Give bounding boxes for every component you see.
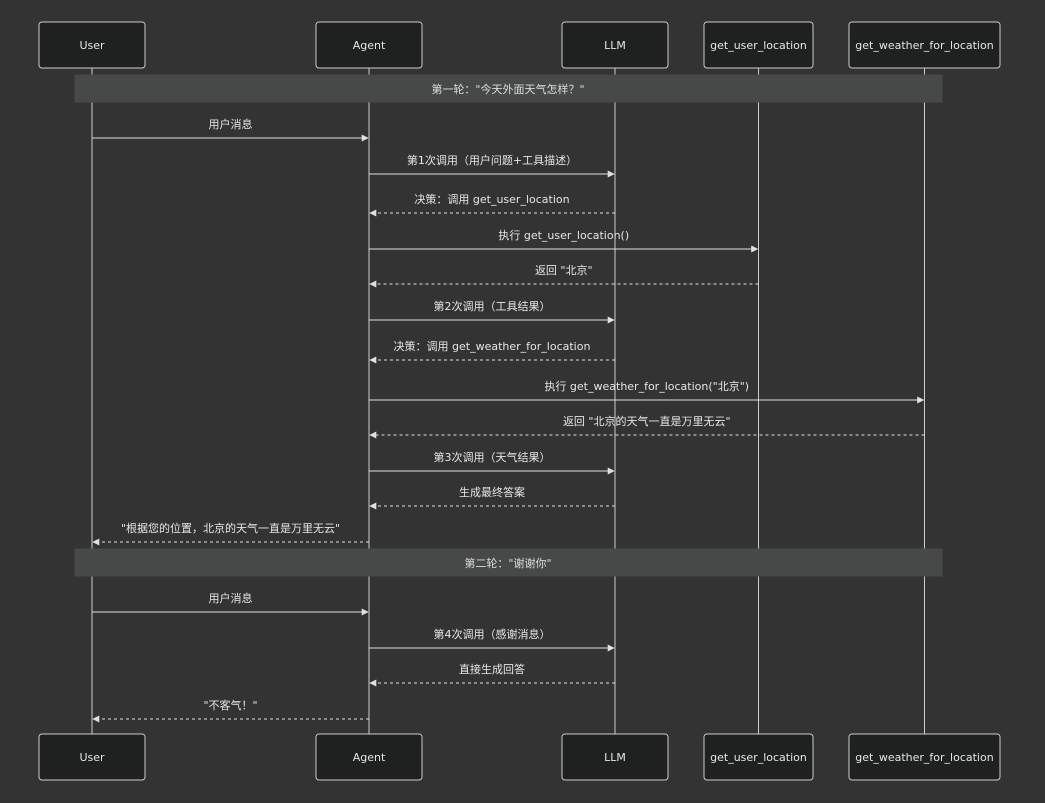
actor-bottom-user: User (38, 733, 146, 781)
message-label: "根据您的位置，北京的天气一直是万里无云" (121, 521, 340, 535)
actor-label: get_user_location (710, 39, 807, 52)
message-label: 第4次调用（感谢消息） (434, 627, 551, 641)
actor-label: get_weather_for_location (855, 39, 993, 52)
message-label: 直接生成回答 (459, 662, 525, 676)
message-label: 返回 "北京的天气一直是万里无云" (563, 414, 731, 428)
message: "不客气！" (92, 698, 369, 723)
message-label: 决策：调用 get_user_location (414, 192, 569, 206)
section-banner: 第二轮："谢谢你" (74, 548, 943, 577)
actor-label: LLM (604, 39, 626, 52)
message: 直接生成回答 (369, 662, 615, 687)
message: 返回 "北京的天气一直是万里无云" (369, 414, 925, 439)
messages: 用户消息第1次调用（用户问题+工具描述）决策：调用 get_user_locat… (92, 117, 925, 723)
actor-top-user: User (38, 21, 146, 69)
message: 决策：调用 get_user_location (369, 192, 615, 217)
actor-label: LLM (604, 751, 626, 764)
actor-bottom-get_user_location: get_user_location (703, 733, 814, 781)
actor-bottom-agent: Agent (315, 733, 423, 781)
actor-label: Agent (353, 39, 386, 52)
actor-label: get_weather_for_location (855, 751, 993, 764)
message-label: 执行 get_weather_for_location("北京") (544, 379, 749, 393)
message: 生成最终答案 (369, 485, 615, 510)
actor-label: get_user_location (710, 751, 807, 764)
message-label: 用户消息 (209, 591, 253, 605)
actor-top-get_weather_for_location: get_weather_for_location (848, 21, 1001, 69)
message-label: 返回 "北京" (535, 263, 593, 277)
message-label: 第1次调用（用户问题+工具描述） (407, 153, 577, 167)
message-label: 执行 get_user_location() (498, 228, 629, 242)
actor-label: User (79, 39, 105, 52)
message: 用户消息 (92, 591, 369, 616)
section-label: 第二轮："谢谢你" (464, 556, 551, 570)
message: 决策：调用 get_weather_for_location (369, 339, 615, 364)
sequence-diagram: 第一轮："今天外面天气怎样？"第二轮："谢谢你" 用户消息第1次调用（用户问题+… (38, 21, 1001, 781)
message-label: 第2次调用（工具结果） (434, 299, 551, 313)
message: 执行 get_weather_for_location("北京") (369, 379, 925, 404)
actor-bottom-get_weather_for_location: get_weather_for_location (848, 733, 1001, 781)
actor-top-get_user_location: get_user_location (703, 21, 814, 69)
actor-top-llm: LLM (561, 21, 669, 69)
actor-label: Agent (353, 751, 386, 764)
message: 返回 "北京" (369, 263, 759, 288)
sections: 第一轮："今天外面天气怎样？" 第二轮："谢谢你" (74, 74, 943, 577)
message: 第4次调用（感谢消息） (369, 627, 615, 652)
actor-label: User (79, 751, 105, 764)
message-label: 生成最终答案 (459, 485, 525, 499)
message: 第1次调用（用户问题+工具描述） (369, 153, 615, 178)
message: 第2次调用（工具结果） (369, 299, 615, 324)
message: 执行 get_user_location() (369, 228, 759, 253)
actor-bottom-llm: LLM (561, 733, 669, 781)
message-label: "不客气！" (203, 698, 257, 712)
actor-top-agent: Agent (315, 21, 423, 69)
message-label: 决策：调用 get_weather_for_location (394, 339, 591, 353)
message-label: 第3次调用（天气结果） (434, 450, 551, 464)
section-label: 第一轮："今天外面天气怎样？" (431, 82, 584, 96)
message: 第3次调用（天气结果） (369, 450, 615, 475)
message-label: 用户消息 (209, 117, 253, 131)
section-banner: 第一轮："今天外面天气怎样？" (74, 74, 943, 103)
message: "根据您的位置，北京的天气一直是万里无云" (92, 521, 369, 546)
message: 用户消息 (92, 117, 369, 142)
